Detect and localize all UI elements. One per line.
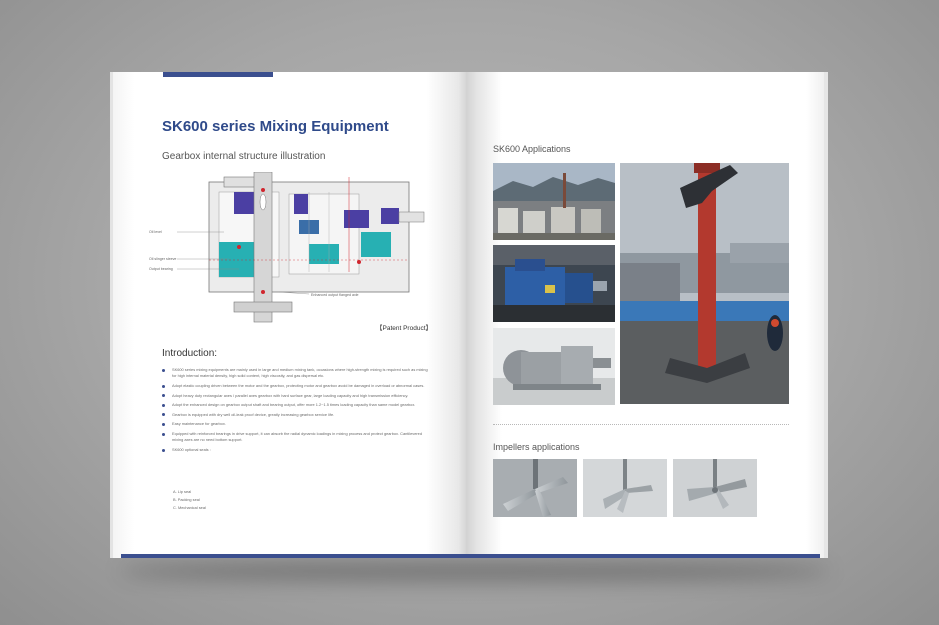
list-item: Gearbox is equipped with dry well oil-le… [162,412,432,418]
introduction-heading: Introduction: [162,348,218,359]
list-item: Adopt heavy duty rectangular axes / para… [162,393,432,399]
impellers-heading: Impellers applications [493,442,580,452]
seal-option: C. Mechanical seal [173,505,206,510]
gearbox-structure-diagram: Oil level Oil slinger sleeve Output bear… [149,172,425,323]
bottom-accent-bar [466,554,820,558]
list-item: SK600 optional seals : [162,447,432,453]
patent-label: 【Patent Product】 [376,325,432,332]
label-output-shaft: Enhanced output flanged axle [311,293,359,297]
impeller-photo-3 [673,459,757,517]
label-output-bearing: Output bearing [149,267,173,271]
list-item: SK600 series mixing equipments are mainl… [162,367,432,380]
bottom-accent-bar [121,554,469,558]
list-item: Easy maintenance for gearbox. [162,421,432,427]
applications-heading: SK600 Applications [493,144,571,154]
list-item: Equipped with reinforced bearings in dri… [162,431,432,444]
page-title: SK600 series Mixing Equipment [162,118,389,135]
impeller-photo-2 [583,459,667,517]
feature-list: SK600 series mixing equipments are mainl… [162,367,432,457]
seal-option: A. Lip seal [173,489,192,494]
label-oil-level: Oil level [149,230,162,234]
list-item: Adopt elastic coupling driven between th… [162,383,432,389]
open-brochure: SK600 series Mixing Equipment Gearbox in… [108,72,830,560]
section-divider [493,424,789,425]
application-photo-tank-farm [493,163,615,240]
right-page: SK600 Applications Impellers application… [466,72,828,558]
section-subtitle: Gearbox internal structure illustration [162,151,326,162]
list-item: Adopt the enhanced design on gearbox out… [162,402,432,408]
seal-option: B. Packing seal [173,497,200,502]
accent-bar [163,72,273,77]
application-photo-mixer-shaft [620,163,789,404]
book-shadow [120,560,830,582]
application-photo-motor [493,328,615,405]
left-page: SK600 series Mixing Equipment Gearbox in… [110,72,469,558]
label-oil-slinger: Oil slinger sleeve [149,257,176,261]
seal-options: A. Lip seal B. Packing seal C. Mechanica… [173,488,206,512]
impeller-photo-1 [493,459,577,517]
application-photo-gearbox [493,245,615,322]
